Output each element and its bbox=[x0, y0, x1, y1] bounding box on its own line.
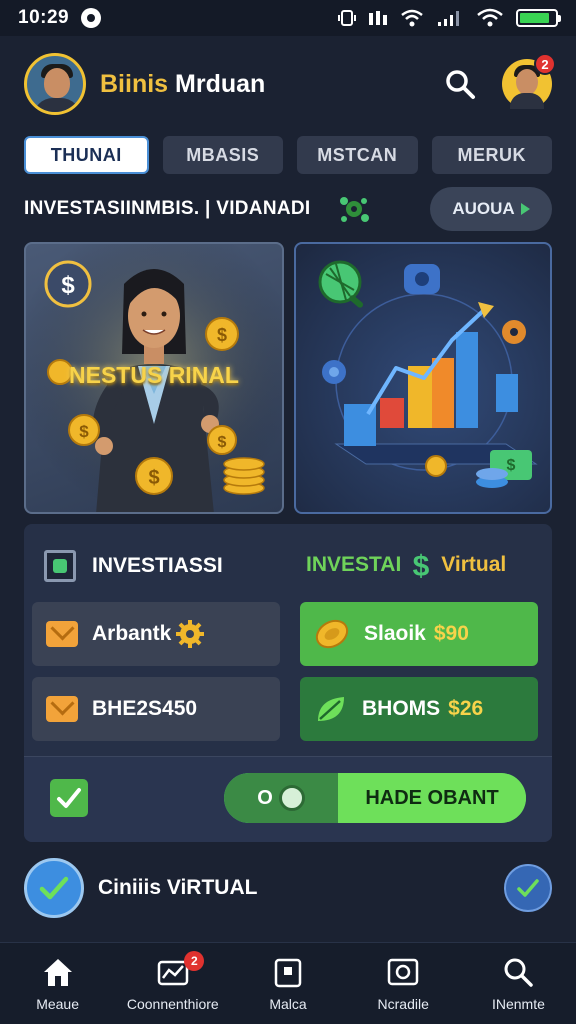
virtual-column-title: INVESTAI $ Virtual bbox=[306, 550, 506, 580]
investment-item-bhe2s450[interactable]: BHE2S450 bbox=[32, 677, 280, 741]
section-title: INVESTASIINMBIS. | VIDANADI bbox=[24, 198, 311, 219]
notification-badge: 2 bbox=[534, 53, 556, 75]
virtual-item-value: $26 bbox=[448, 697, 484, 720]
camera-icon bbox=[387, 958, 419, 985]
svg-text:$: $ bbox=[148, 467, 159, 489]
globe-icon bbox=[322, 360, 346, 384]
filter-dropdown-button[interactable]: AUOUA bbox=[430, 187, 552, 231]
nav-label: INenmte bbox=[491, 995, 545, 1012]
nav-label: Ncradile bbox=[377, 995, 429, 1012]
tab-bar: THUNAI MBASIS MSTCAN MERUK bbox=[24, 136, 552, 174]
svg-text:$: $ bbox=[507, 457, 516, 474]
nav-label: Malca bbox=[269, 995, 307, 1012]
svg-text:$: $ bbox=[61, 272, 75, 299]
home-icon bbox=[43, 958, 72, 986]
leaf-icon bbox=[318, 697, 344, 721]
app-title-part2: Mrduan bbox=[175, 69, 266, 98]
confirm-small-button[interactable] bbox=[504, 864, 552, 912]
wallet-icon bbox=[274, 958, 302, 987]
virtual-item-value: $90 bbox=[433, 622, 469, 645]
signal-bars-icon bbox=[369, 11, 387, 25]
confirm-row: Ciniiis ViRTUAL bbox=[24, 856, 552, 920]
virtual-item-label: Slaoik bbox=[364, 622, 426, 645]
nav-item-search[interactable]: INenmte bbox=[461, 943, 576, 1024]
tab-mstcan[interactable]: MSTCAN bbox=[297, 136, 418, 174]
gear-small-icon bbox=[502, 320, 526, 344]
hero-promo-text: NESTUS RINAL bbox=[69, 362, 239, 388]
toggle-circle-icon bbox=[278, 785, 305, 811]
app-title: Biinis Mrduan bbox=[100, 70, 265, 99]
status-bar: 10:29 bbox=[0, 0, 576, 36]
virtual-item-slaoik[interactable]: Slaoik $90 bbox=[300, 602, 538, 666]
user-avatar[interactable] bbox=[24, 53, 86, 115]
envelope-icon bbox=[46, 696, 78, 722]
checkmark-icon bbox=[39, 876, 69, 900]
confirm-check-button[interactable] bbox=[24, 858, 84, 918]
nav-item-camera[interactable]: Ncradile bbox=[346, 943, 461, 1024]
svg-text:$: $ bbox=[413, 550, 430, 580]
checkmark-icon bbox=[57, 788, 81, 808]
toggle-state-label: O bbox=[257, 786, 273, 809]
nav-badge: 2 bbox=[184, 951, 205, 971]
search-icon bbox=[446, 70, 475, 99]
virtual-title-part2: Virtual bbox=[441, 553, 507, 576]
nav-label: Meaue bbox=[36, 995, 79, 1012]
virtual-item-bhoms[interactable]: BHOMS $26 bbox=[300, 677, 538, 741]
status-icons bbox=[338, 8, 561, 28]
investment-panel: INVESTIASSI INVESTAI $ Virtual Arbantk B… bbox=[24, 524, 552, 842]
confirm-label: Ciniiis ViRTUAL bbox=[98, 876, 258, 899]
wallet-checkbox-icon[interactable] bbox=[44, 550, 76, 582]
header: Biinis Mrduan 2 bbox=[0, 44, 576, 124]
envelope-icon bbox=[46, 621, 78, 647]
dollar-badge-icon: $ bbox=[44, 260, 92, 308]
search-button[interactable] bbox=[440, 64, 480, 104]
investment-item-label: BHE2S450 bbox=[92, 697, 198, 720]
dollar-icon: $ bbox=[413, 550, 430, 580]
play-triangle-icon bbox=[520, 203, 530, 215]
nav-item-home[interactable]: Meaue bbox=[0, 943, 115, 1024]
investment-title-text: INVESTIASSI bbox=[92, 554, 223, 577]
tab-thunai[interactable]: THUNAI bbox=[24, 136, 149, 174]
trade-toggle[interactable]: O HADE OBANT bbox=[224, 773, 526, 823]
search-icon bbox=[504, 958, 534, 987]
hero-card-growth-chart[interactable]: $ bbox=[294, 242, 552, 514]
trade-button-label[interactable]: HADE OBANT bbox=[338, 773, 526, 823]
svg-text:$: $ bbox=[218, 434, 227, 451]
nav-item-wallet[interactable]: Malca bbox=[230, 943, 345, 1024]
growth-chart-illustration: $ bbox=[318, 260, 538, 488]
section-header: INVESTASIINMBIS. | VIDANADI AUOUA bbox=[24, 186, 552, 232]
bottom-nav: Meaue 2 Coonnenthiore Malca Ncradile INe… bbox=[0, 942, 576, 1024]
cell-signal-icon bbox=[438, 11, 459, 26]
investment-item-label: Arbantk bbox=[92, 622, 172, 645]
gear-icon bbox=[340, 197, 370, 222]
approve-checkbox[interactable] bbox=[50, 779, 88, 817]
gear-icon bbox=[176, 620, 205, 648]
virtual-title-part1: INVESTAI bbox=[306, 553, 402, 576]
status-time: 10:29 bbox=[18, 7, 70, 28]
notification-icon bbox=[81, 8, 102, 28]
puzzle-icon bbox=[404, 264, 440, 294]
wifi-icon-2 bbox=[477, 8, 503, 27]
virtual-item-label: BHOMS bbox=[362, 697, 441, 720]
nav-item-chart[interactable]: 2 Coonnenthiore bbox=[115, 943, 230, 1024]
tab-mbasis[interactable]: MBASIS bbox=[162, 136, 283, 174]
checkmark-icon bbox=[517, 879, 539, 897]
profile-button[interactable]: 2 bbox=[502, 53, 556, 109]
vibrate-icon bbox=[338, 10, 356, 26]
toggle-knob[interactable]: O bbox=[224, 773, 338, 823]
filter-button-label: AUOUA bbox=[452, 199, 515, 218]
nav-label: Coonnenthiore bbox=[126, 995, 219, 1012]
battery-icon bbox=[516, 9, 561, 27]
svg-text:$: $ bbox=[217, 325, 227, 345]
tab-meruk[interactable]: MERUK bbox=[431, 136, 552, 174]
app-title-part1: Biinis bbox=[100, 69, 169, 98]
action-row: O HADE OBANT bbox=[24, 756, 552, 842]
coin-icon bbox=[315, 619, 349, 649]
svg-text:$: $ bbox=[79, 422, 89, 441]
wifi-icon bbox=[401, 9, 423, 27]
investment-item-arbantk[interactable]: Arbantk bbox=[32, 602, 280, 666]
investment-column-title: INVESTIASSI bbox=[44, 550, 223, 582]
tennis-racket-icon bbox=[318, 260, 364, 308]
hero-card-businesswoman[interactable]: $ $ $ $ $ NESTUS RINAL bbox=[24, 242, 284, 514]
